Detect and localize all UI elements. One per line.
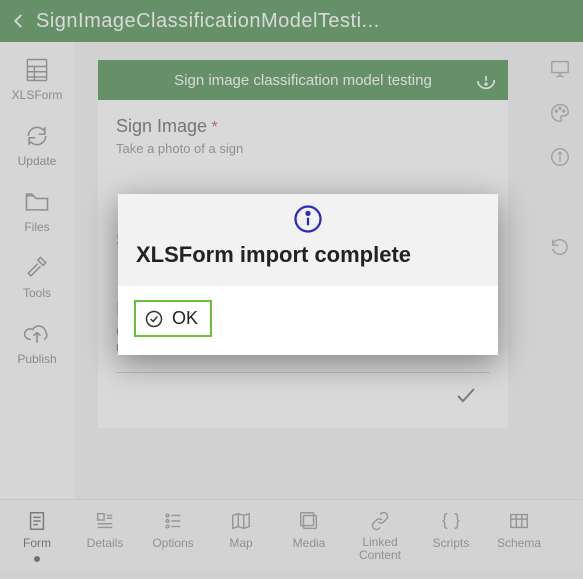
tab-linked-label: Linked Content [344,536,416,562]
ok-button-label: OK [172,308,198,329]
info-circle-icon [293,204,323,234]
tab-details[interactable]: Details [72,508,138,550]
alert-icon[interactable] [476,70,496,90]
ok-button[interactable]: OK [134,300,212,337]
rail-update[interactable]: Update [18,122,57,168]
q1-label: Sign Image [116,116,207,136]
rail-files-label: Files [24,220,49,234]
info-icon[interactable] [549,146,571,168]
details-icon [93,510,117,532]
form-footer [116,379,490,422]
left-rail: XLSForm Update Files Tools Publish [0,42,74,499]
check-icon[interactable] [454,383,478,407]
form-divider [116,372,490,373]
tab-linked[interactable]: Linked Content [344,508,416,562]
tab-active-dot [34,556,40,562]
right-rail [537,42,583,499]
rail-publish[interactable]: Publish [17,320,56,366]
rail-tools[interactable]: Tools [22,254,52,300]
options-icon [161,510,185,532]
tab-schema-label: Schema [497,536,541,550]
form-titlebar: Sign image classification model testing [98,60,508,100]
back-icon[interactable] [10,12,28,30]
tab-form-label: Form [23,536,51,550]
tab-form[interactable]: Form [4,508,70,562]
media-icon [297,510,321,532]
q1-block: Sign Image * Take a photo of a sign [116,116,490,156]
tab-map[interactable]: Map [208,508,274,550]
monitor-icon[interactable] [549,58,571,80]
tab-map-label: Map [229,536,252,550]
dialog-body: OK [118,286,498,355]
rail-xlsform[interactable]: XLSForm [12,56,63,102]
spreadsheet-icon [22,56,52,84]
app-header: SignImageClassificationModelTesti... [0,0,583,42]
app-title: SignImageClassificationModelTesti... [36,10,380,33]
tab-media-label: Media [293,536,326,550]
rail-publish-label: Publish [17,352,56,366]
import-dialog: XLSForm import complete OK [118,194,498,355]
tab-options-label: Options [152,536,193,550]
tab-media[interactable]: Media [276,508,342,550]
refresh-icon [22,122,52,150]
bottom-tabs: Form Details Options Map Media Linked Co… [0,499,583,571]
tab-schema[interactable]: Schema [486,508,552,550]
undo-icon[interactable] [549,236,571,258]
q1-required: * [212,119,218,136]
braces-icon [439,510,463,532]
rail-tools-label: Tools [23,286,51,300]
dialog-header: XLSForm import complete [118,194,498,286]
checkmark-circle-icon [144,309,164,329]
tab-details-label: Details [87,536,124,550]
rail-xlsform-label: XLSForm [12,88,63,102]
form-title: Sign image classification model testing [174,72,432,89]
tab-scripts[interactable]: Scripts [418,508,484,550]
rail-update-label: Update [18,154,57,168]
link-icon [368,510,392,532]
form-icon [25,510,49,532]
tab-options[interactable]: Options [140,508,206,550]
hammer-icon [22,254,52,282]
tab-scripts-label: Scripts [433,536,470,550]
dialog-title: XLSForm import complete [136,242,480,268]
cloud-upload-icon [22,320,52,348]
schema-icon [507,510,531,532]
map-icon [229,510,253,532]
palette-icon[interactable] [549,102,571,124]
q1-hint: Take a photo of a sign [116,141,490,156]
folder-icon [22,188,52,216]
rail-files[interactable]: Files [22,188,52,234]
